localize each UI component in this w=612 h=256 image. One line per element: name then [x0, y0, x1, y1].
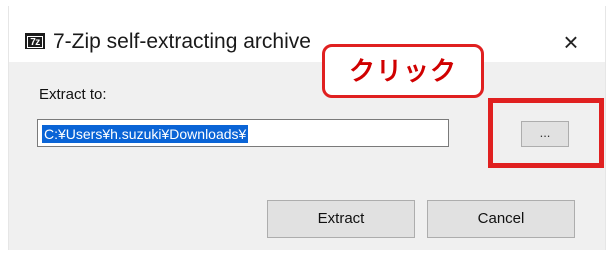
close-icon[interactable]: ×	[549, 26, 593, 58]
cancel-button[interactable]: Cancel	[427, 200, 575, 238]
app-icon-text: 7z	[27, 36, 43, 48]
browse-button[interactable]: ...	[521, 121, 569, 147]
extract-path-value: C:¥Users¥h.suzuki¥Downloads¥	[42, 125, 249, 143]
click-callout: クリック	[322, 44, 484, 98]
dialog-body: Extract to: C:¥Users¥h.suzuki¥Downloads¥…	[9, 62, 605, 250]
extract-button[interactable]: Extract	[267, 200, 415, 238]
extract-to-label: Extract to:	[39, 86, 107, 103]
sfx-dialog: 7z 7-Zip self-extracting archive × Extra…	[8, 6, 606, 250]
window-title: 7-Zip self-extracting archive	[53, 30, 311, 53]
title-bar: 7z 7-Zip self-extracting archive ×	[9, 6, 605, 62]
7zip-app-icon: 7z	[25, 33, 45, 49]
extract-path-input[interactable]: C:¥Users¥h.suzuki¥Downloads¥	[37, 119, 449, 147]
